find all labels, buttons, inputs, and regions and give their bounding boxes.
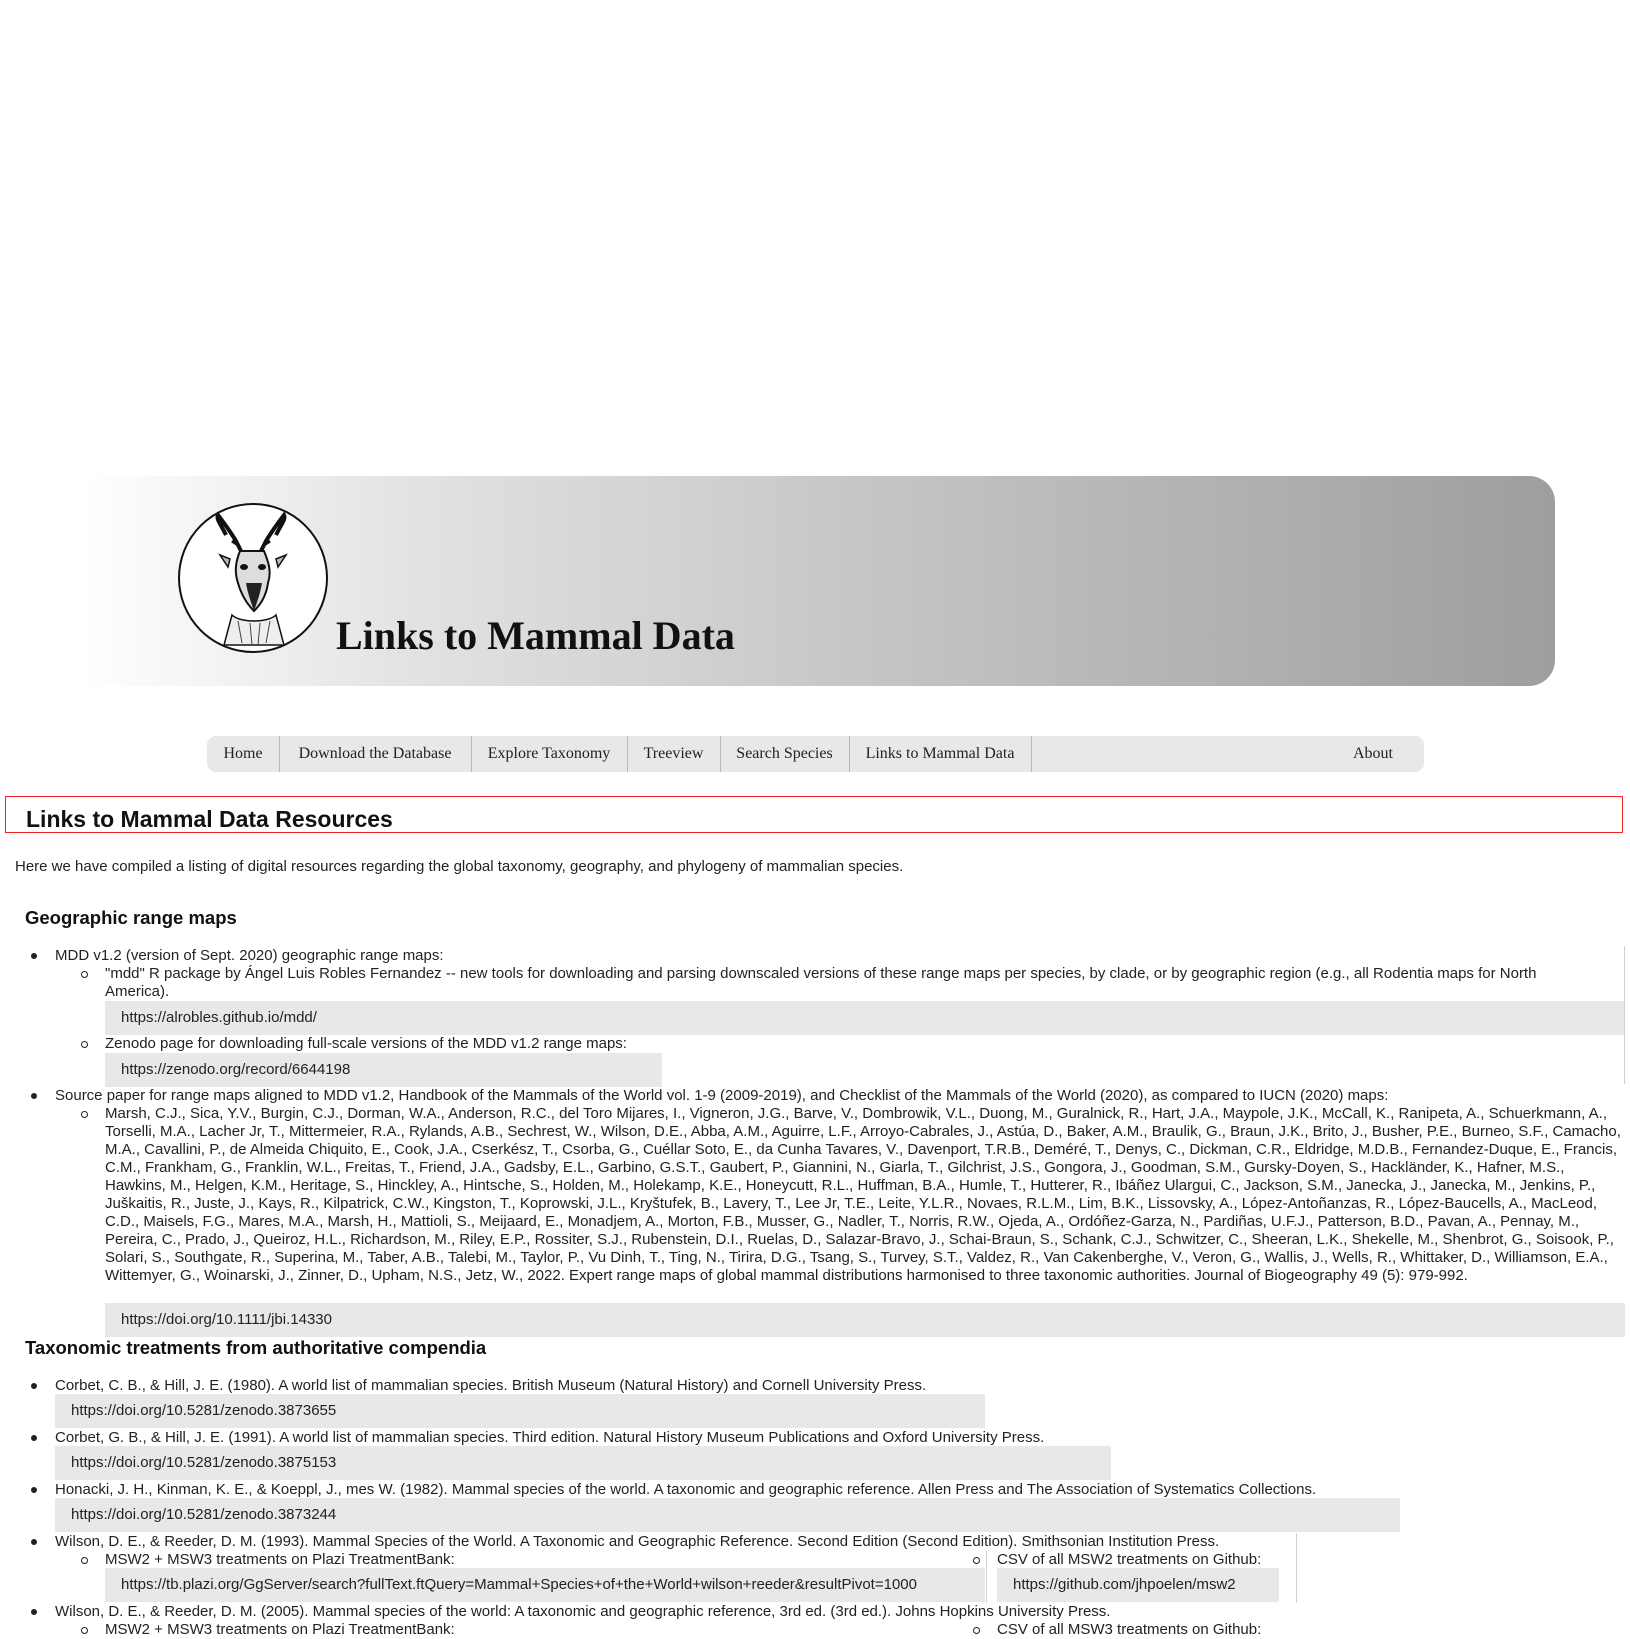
- section-taxonomic-heading: Taxonomic treatments from authoritative …: [25, 1337, 487, 1358]
- nav-treeview[interactable]: Treeview: [627, 736, 721, 772]
- link-github-msw2[interactable]: https://github.com/jhpoelen/msw2: [997, 1568, 1279, 1602]
- column-divider: [986, 1551, 987, 1603]
- link-mdd-r-package[interactable]: https://alrobles.github.io/mdd/: [105, 1001, 1624, 1035]
- list-item-source-paper: Source paper for range maps aligned to M…: [30, 1087, 1389, 1104]
- site-title: Links to Mammal Data: [336, 613, 735, 658]
- link-zenodo-range-maps[interactable]: https://zenodo.org/record/6644198: [105, 1053, 662, 1087]
- page-heading-box: Links to Mammal Data Resources: [5, 796, 1623, 833]
- nav-about[interactable]: About: [1337, 736, 1409, 772]
- citation-marsh-2022: Marsh, C.J., Sica, Y.V., Burgin, C.J., D…: [81, 1105, 1625, 1285]
- nav-search-species[interactable]: Search Species: [720, 736, 850, 772]
- link-zenodo-3873655[interactable]: https://doi.org/10.5281/zenodo.3873655: [55, 1394, 985, 1428]
- link-zenodo-3873244[interactable]: https://doi.org/10.5281/zenodo.3873244: [55, 1498, 1400, 1532]
- list-item-honacki-1982: Honacki, J. H., Kinman, K. E., & Koeppl,…: [30, 1481, 1317, 1498]
- nav-home[interactable]: Home: [207, 736, 280, 772]
- list-item-wilson-1993: Wilson, D. E., & Reeder, D. M. (1993). M…: [30, 1533, 1220, 1550]
- list-item-wilson-2005: Wilson, D. E., & Reeder, D. M. (2005). M…: [30, 1603, 1111, 1620]
- list-item-mdd-range-maps: MDD v1.2 (version of Sept. 2020) geograp…: [31, 947, 444, 964]
- pronghorn-logo: [178, 503, 328, 653]
- list-item-corbet-1991: Corbet, G. B., & Hill, J. E. (1991). A w…: [30, 1429, 1045, 1446]
- list-item-msw3-plazi: MSW2 + MSW3 treatments on Plazi Treatmen…: [81, 1621, 455, 1638]
- list-item-msw2-plazi: MSW2 + MSW3 treatments on Plazi Treatmen…: [81, 1551, 455, 1568]
- nav-download-database[interactable]: Download the Database: [279, 736, 472, 772]
- list-item-mdd-r-package: "mdd" R package by Ángel Luis Robles Fer…: [81, 965, 1595, 1001]
- link-zenodo-3875153[interactable]: https://doi.org/10.5281/zenodo.3875153: [55, 1446, 1111, 1480]
- list-item-msw2-github: CSV of all MSW2 treatments on Github:: [972, 1551, 1262, 1568]
- list-item-corbet-1980: Corbet, C. B., & Hill, J. E. (1980). A w…: [30, 1377, 927, 1394]
- intro-text: Here we have compiled a listing of digit…: [15, 858, 904, 875]
- list-item-zenodo-page: Zenodo page for downloading full-scale v…: [81, 1035, 627, 1052]
- list-border: [1296, 1533, 1297, 1603]
- nav-explore-taxonomy[interactable]: Explore Taxonomy: [471, 736, 628, 772]
- list-item-msw3-github: CSV of all MSW3 treatments on Github:: [972, 1621, 1262, 1638]
- link-doi-jbi-14330[interactable]: https://doi.org/10.1111/jbi.14330: [105, 1303, 1625, 1337]
- page-title: Links to Mammal Data Resources: [26, 806, 393, 832]
- nav-links-to-mammal-data[interactable]: Links to Mammal Data: [849, 736, 1032, 772]
- section-geographic-heading: Geographic range maps: [25, 907, 237, 928]
- link-plazi-treatmentbank[interactable]: https://tb.plazi.org/GgServer/search?ful…: [105, 1568, 985, 1602]
- main-nav: Home Download the Database Explore Taxon…: [207, 736, 1424, 772]
- list-border: [1624, 946, 1625, 1084]
